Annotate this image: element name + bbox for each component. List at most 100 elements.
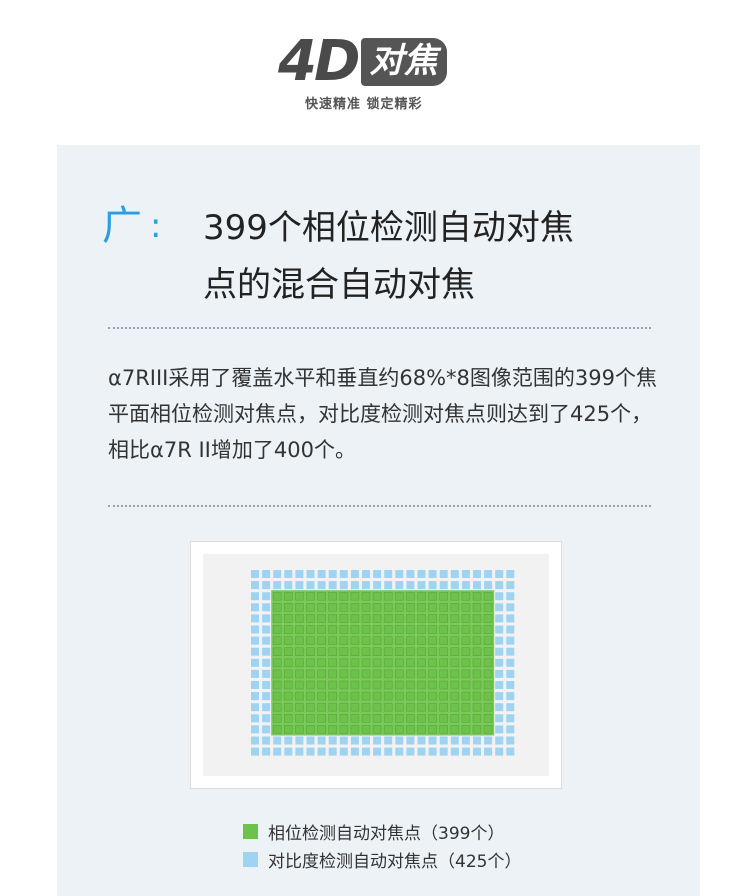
phase-detect-point [428, 636, 437, 645]
phase-detect-point [350, 680, 360, 690]
phase-detect-point [350, 658, 360, 668]
phase-detect-point [361, 702, 371, 712]
phase-detect-point [417, 680, 426, 690]
phase-detect-point [461, 591, 471, 601]
phase-detect-point [395, 647, 404, 656]
phase-detect-point [328, 591, 337, 601]
phase-detect-point [383, 614, 393, 623]
phase-detect-point [339, 691, 349, 701]
phase-detect-point [461, 702, 471, 712]
contrast-detect-point [461, 581, 470, 590]
contrast-detect-point [495, 592, 504, 601]
contrast-detect-point [284, 570, 293, 578]
phase-detect-point [295, 658, 304, 668]
contrast-detect-point [262, 747, 271, 756]
contrast-detect-point [362, 570, 370, 578]
phase-detect-point [417, 591, 426, 601]
phase-detect-point [306, 625, 315, 634]
contrast-detect-point [506, 703, 515, 712]
contrast-detect-point [251, 714, 259, 723]
contrast-detect-point [484, 747, 493, 756]
phase-detect-point [472, 602, 482, 612]
phase-detect-point [406, 647, 415, 656]
contrast-detect-point [406, 747, 415, 756]
contrast-swatch [243, 851, 258, 867]
phase-detect-point [450, 658, 460, 668]
phase-detect-point [339, 714, 349, 723]
phase-detect-point [272, 680, 282, 690]
phase-detect-point [406, 602, 415, 612]
phase-detect-point [361, 725, 371, 734]
phase-detect-point [361, 614, 371, 623]
phase-detect-point [417, 702, 426, 712]
contrast-detect-point [362, 581, 370, 590]
phase-detect-point [317, 669, 326, 679]
phase-detect-point [339, 647, 349, 656]
phase-detect-point [284, 658, 293, 668]
phase-detect-point [339, 602, 349, 612]
section-heading: 399个相位检测自动对焦 点的混合自动对焦 [203, 200, 623, 314]
phase-detect-point [439, 625, 448, 634]
phase-detect-point [328, 691, 337, 701]
phase-detect-point [383, 714, 393, 723]
contrast-detect-point [495, 725, 504, 734]
phase-detect-point [406, 636, 415, 645]
phase-detect-point [472, 647, 482, 656]
phase-detect-point [383, 725, 393, 734]
contrast-detect-point [262, 714, 271, 723]
phase-detect-point [395, 591, 404, 601]
phase-detect-point [284, 647, 293, 656]
phase-detect-point [428, 625, 437, 634]
phase-detect-point [483, 602, 493, 612]
contrast-detect-point [461, 747, 470, 756]
contrast-detect-point [450, 570, 459, 578]
phase-detect-point [383, 636, 393, 645]
phase-detect-point [295, 591, 304, 601]
phase-detect-point [461, 602, 471, 612]
phase-detect-point [395, 691, 404, 701]
logo-4d-text: 4D [278, 29, 360, 94]
phase-detect-point [295, 702, 304, 712]
contrast-detect-point [273, 747, 282, 756]
phase-detect-point [450, 625, 460, 634]
phase-detect-point [417, 658, 426, 668]
phase-detect-point [328, 602, 337, 612]
contrast-detect-point [262, 581, 271, 590]
contrast-detect-point [295, 736, 304, 745]
phase-detect-point [395, 602, 404, 612]
contrast-detect-point [262, 736, 271, 745]
phase-detect-point [317, 714, 326, 723]
phase-detect-point [395, 658, 404, 668]
contrast-detect-point [362, 747, 370, 756]
contrast-detect-point [506, 681, 515, 689]
phase-detect-point [395, 625, 404, 634]
phase-detect-point [439, 658, 448, 668]
phase-detect-point [372, 614, 382, 623]
contrast-detect-point [384, 570, 393, 578]
phase-detect-point [339, 591, 349, 601]
phase-detect-point [450, 714, 460, 723]
phase-detect-point [361, 591, 371, 601]
phase-detect-point [439, 702, 448, 712]
contrast-detect-point [251, 747, 259, 756]
contrast-detect-point [350, 747, 359, 756]
contrast-detect-point [495, 603, 504, 612]
phase-detect-point [395, 636, 404, 645]
phase-detect-point [361, 602, 371, 612]
contrast-detect-point [339, 747, 348, 756]
phase-detect-point [395, 614, 404, 623]
phase-detect-point [284, 691, 293, 701]
contrast-detect-point [262, 725, 271, 734]
phase-detect-point [428, 658, 437, 668]
phase-detect-point [328, 614, 337, 623]
contrast-detect-point [506, 592, 515, 601]
phase-detect-point [417, 669, 426, 679]
contrast-detect-point [262, 625, 271, 634]
phase-detect-point [472, 636, 482, 645]
phase-detect-point [372, 702, 382, 712]
phase-detect-point [450, 691, 460, 701]
contrast-detect-point [417, 747, 426, 756]
phase-detect-point [272, 669, 282, 679]
phase-detect-point [372, 691, 382, 701]
phase-detect-point [272, 691, 282, 701]
